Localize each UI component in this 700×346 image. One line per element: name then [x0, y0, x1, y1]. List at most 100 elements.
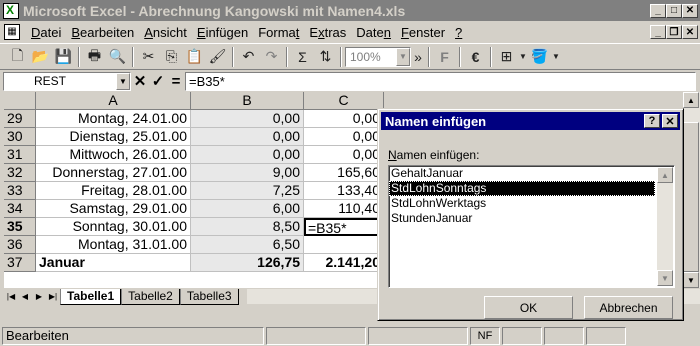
cell-b[interactable]: 0,00	[191, 110, 304, 128]
cell-a-total-label[interactable]: Januar	[36, 254, 191, 272]
cell-a[interactable]: Samstag, 29.01.00	[36, 200, 191, 218]
undo-icon[interactable]: ↶	[237, 46, 260, 68]
copy-icon[interactable]: ⎘	[160, 46, 183, 68]
cell-c[interactable]: 110,40	[304, 200, 384, 218]
cut-icon[interactable]: ✂	[137, 46, 160, 68]
fill-color-icon[interactable]: 🪣	[528, 46, 551, 68]
first-sheet-icon[interactable]: |◀	[4, 289, 18, 304]
bold-icon[interactable]: F	[433, 46, 456, 68]
menu-einfuegen[interactable]: Einfügen	[192, 25, 253, 40]
paste-icon[interactable]: 📋	[183, 46, 206, 68]
tab-tabelle2[interactable]: Tabelle2	[121, 288, 180, 305]
cell-a[interactable]: Donnerstag, 27.01.00	[36, 164, 191, 182]
cell-c[interactable]: 0,00	[304, 146, 384, 164]
new-icon[interactable]: 🗋	[6, 46, 29, 68]
print-icon[interactable]: 🖶	[83, 46, 106, 68]
dialog-close-button[interactable]: ✕	[662, 114, 678, 128]
chevron-down-icon[interactable]: ▼	[518, 46, 528, 68]
prev-sheet-icon[interactable]: ◀	[18, 289, 32, 304]
doc-close-button[interactable]: ✕	[682, 25, 698, 39]
save-icon[interactable]: 💾	[52, 46, 75, 68]
row-header[interactable]: 35	[4, 218, 36, 236]
maximize-button[interactable]: □	[666, 3, 682, 18]
row-header[interactable]: 32	[4, 164, 36, 182]
name-box[interactable]: REST ▼	[3, 71, 131, 91]
cell-a[interactable]: Sonntag, 30.01.00	[36, 218, 191, 236]
euro-icon[interactable]: €	[464, 46, 487, 68]
cell-c[interactable]	[304, 236, 384, 254]
autosum-icon[interactable]: Σ	[291, 46, 314, 68]
menu-help[interactable]: ?	[450, 25, 467, 40]
cell-b[interactable]: 6,00	[191, 200, 304, 218]
formula-input[interactable]: =B35*	[185, 71, 696, 91]
workbook-icon[interactable]: ▦	[4, 24, 20, 40]
cell-b[interactable]: 6,50	[191, 236, 304, 254]
select-all-corner[interactable]	[4, 92, 36, 110]
scroll-down-icon[interactable]: ▼	[657, 270, 673, 286]
menu-extras[interactable]: Extras	[304, 25, 351, 40]
column-header-a[interactable]: A	[36, 92, 191, 110]
cell-a[interactable]: Mittwoch, 26.01.00	[36, 146, 191, 164]
tab-tabelle3[interactable]: Tabelle3	[179, 288, 239, 305]
cell-a[interactable]: Montag, 31.01.00	[36, 236, 191, 254]
tab-tabelle1[interactable]: Tabelle1	[60, 288, 122, 305]
names-listbox[interactable]: GehaltJanuar StdLohnSonntags StdLohnWerk…	[388, 165, 675, 288]
scroll-down-icon[interactable]: ▼	[683, 272, 699, 288]
chevron-down-icon[interactable]: ▼	[116, 72, 130, 90]
cell-b[interactable]: 0,00	[191, 128, 304, 146]
cell-b[interactable]: 8,50	[191, 218, 304, 236]
list-item[interactable]: StdLohnWerktags	[389, 196, 655, 211]
cancel-entry-icon[interactable]: ✕	[131, 72, 149, 90]
row-header[interactable]: 29	[4, 110, 36, 128]
cell-a[interactable]: Montag, 24.01.00	[36, 110, 191, 128]
vertical-scrollbar[interactable]: ▲ ▼	[683, 92, 700, 288]
minimize-button[interactable]: _	[650, 3, 666, 18]
list-scrollbar[interactable]: ▲ ▼	[657, 167, 673, 286]
sort-ascending-icon[interactable]: ⇅	[314, 46, 337, 68]
list-item[interactable]: GehaltJanuar	[389, 166, 655, 181]
cell-c[interactable]: 133,40	[304, 182, 384, 200]
menu-bearbeiten[interactable]: Bearbeiten	[66, 25, 139, 40]
scroll-thumb[interactable]	[683, 122, 699, 272]
menu-daten[interactable]: Daten	[351, 25, 396, 40]
edit-formula-icon[interactable]: =	[167, 73, 185, 90]
list-item-selected[interactable]: StdLohnSonntags	[389, 181, 655, 196]
cancel-button[interactable]: Abbrechen	[584, 296, 673, 319]
chevron-down-icon[interactable]: ▼	[396, 47, 410, 66]
scroll-up-icon[interactable]: ▲	[657, 167, 673, 183]
menu-datei[interactable]: Datei	[26, 25, 66, 40]
next-sheet-icon[interactable]: ▶	[32, 289, 46, 304]
cell-b[interactable]: 7,25	[191, 182, 304, 200]
cell-b-total[interactable]: 126,75	[191, 254, 304, 272]
row-header[interactable]: 37	[4, 254, 36, 272]
row-header[interactable]: 30	[4, 128, 36, 146]
help-button[interactable]: ?	[644, 114, 660, 128]
column-header-b[interactable]: B	[191, 92, 304, 110]
row-header[interactable]: 36	[4, 236, 36, 254]
excel-app-icon[interactable]	[3, 2, 19, 19]
format-painter-icon[interactable]: 🖌	[206, 46, 229, 68]
menu-fenster[interactable]: Fenster	[396, 25, 450, 40]
print-preview-icon[interactable]: 🔍	[106, 46, 129, 68]
column-header-c[interactable]: C	[304, 92, 384, 110]
cell-c[interactable]: 165,60	[304, 164, 384, 182]
cell-b[interactable]: 9,00	[191, 164, 304, 182]
redo-icon[interactable]: ↷	[260, 46, 283, 68]
menu-format[interactable]: Format	[253, 25, 304, 40]
row-header[interactable]: 33	[4, 182, 36, 200]
last-sheet-icon[interactable]: ▶|	[46, 289, 60, 304]
scroll-up-icon[interactable]: ▲	[683, 92, 699, 108]
doc-minimize-button[interactable]: _	[650, 25, 666, 39]
list-item[interactable]: StundenJanuar	[389, 211, 655, 226]
close-button[interactable]: ✕	[682, 3, 698, 18]
row-header[interactable]: 31	[4, 146, 36, 164]
chevron-down-icon[interactable]: ▼	[551, 46, 561, 68]
cell-a[interactable]: Dienstag, 25.01.00	[36, 128, 191, 146]
borders-icon[interactable]: ⊞	[495, 46, 518, 68]
confirm-entry-icon[interactable]: ✓	[149, 72, 167, 90]
cell-b[interactable]: 0,00	[191, 146, 304, 164]
row-header[interactable]: 34	[4, 200, 36, 218]
ok-button[interactable]: OK	[484, 296, 573, 319]
menu-ansicht[interactable]: Ansicht	[139, 25, 192, 40]
doc-restore-button[interactable]: ❐	[666, 25, 682, 39]
